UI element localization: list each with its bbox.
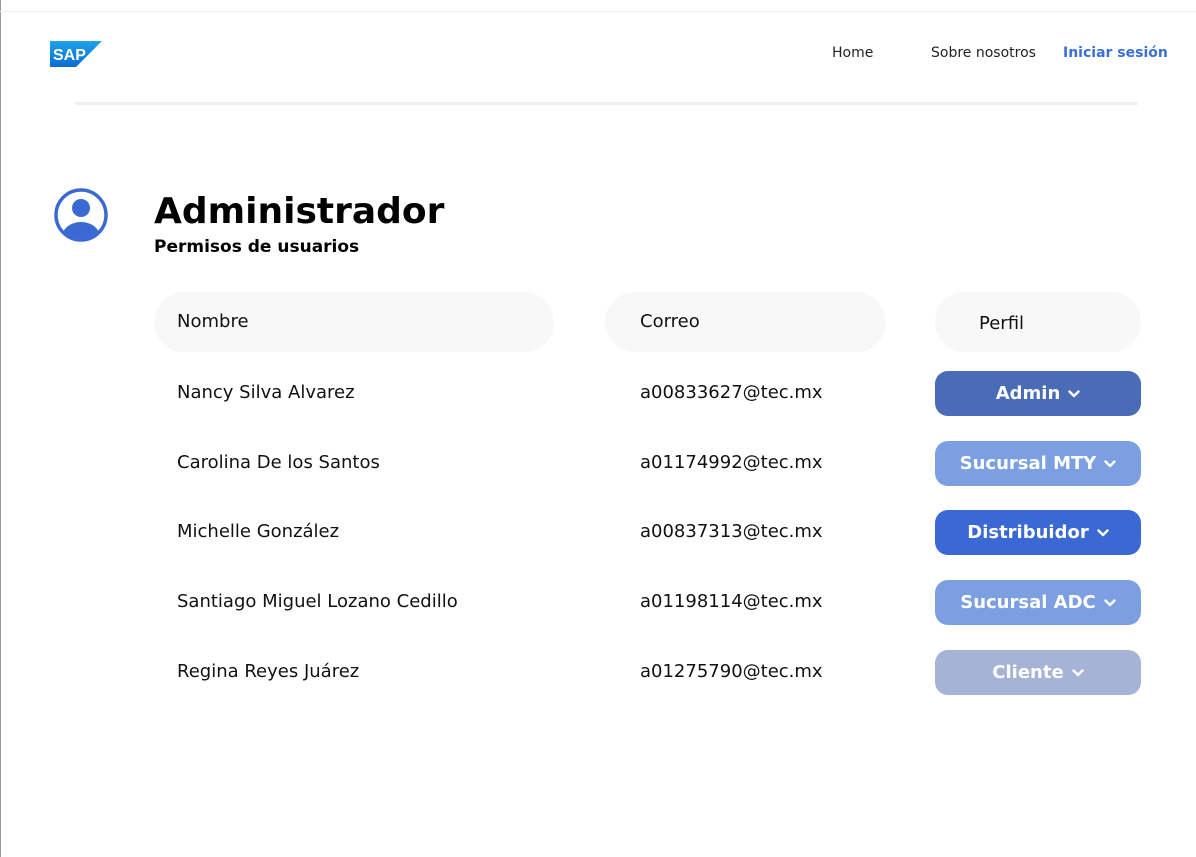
role-dropdown[interactable]: Distribuidor — [935, 510, 1141, 555]
nav-login-link[interactable]: Iniciar sesión — [1063, 45, 1168, 61]
user-name: Santiago Miguel Lozano Cedillo — [177, 591, 458, 612]
user-email: a01174992@tec.mx — [640, 452, 823, 473]
user-email: a00837313@tec.mx — [640, 521, 823, 542]
chevron-down-icon — [1071, 668, 1084, 676]
table-row: Santiago Miguel Lozano Cedillo a01198114… — [0, 580, 1196, 625]
role-dropdown-label: Cliente — [992, 662, 1064, 683]
header-divider — [75, 102, 1138, 105]
role-dropdown[interactable]: Admin — [935, 371, 1141, 416]
role-dropdown[interactable]: Sucursal MTY — [935, 441, 1141, 486]
user-name: Michelle González — [177, 521, 340, 542]
role-dropdown-label: Distribuidor — [967, 522, 1089, 543]
sap-logo[interactable]: SAP — [50, 41, 102, 67]
user-name: Nancy Silva Alvarez — [177, 382, 355, 403]
table-row: Michelle González a00837313@tec.mx Distr… — [0, 510, 1196, 555]
table-row: Regina Reyes Juárez a01275790@tec.mx Cli… — [0, 650, 1196, 695]
nav-home-link[interactable]: Home — [832, 45, 873, 61]
user-email: a00833627@tec.mx — [640, 382, 823, 403]
sap-logo-text: SAP — [53, 47, 86, 64]
page-subtitle: Permisos de usuarios — [154, 237, 360, 257]
role-dropdown-label: Sucursal MTY — [959, 453, 1097, 474]
page-title: Administrador — [154, 191, 445, 232]
table-row: Nancy Silva Alvarez a00833627@tec.mx Adm… — [0, 371, 1196, 416]
user-email: a01198114@tec.mx — [640, 591, 823, 612]
role-dropdown[interactable]: Sucursal ADC — [935, 580, 1141, 625]
chevron-down-icon — [1104, 598, 1116, 606]
role-dropdown[interactable]: Cliente — [935, 650, 1141, 695]
column-header-correo: Correo — [605, 292, 886, 352]
user-name: Carolina De los Santos — [177, 452, 380, 473]
window-left-border — [0, 0, 1, 857]
role-dropdown-label: Sucursal ADC — [960, 592, 1096, 613]
chevron-down-icon — [1104, 459, 1117, 467]
nav-about-link[interactable]: Sobre nosotros — [931, 45, 1036, 61]
chevron-down-icon — [1068, 389, 1080, 397]
window-top-border — [0, 11, 1196, 12]
column-header-nombre: Nombre — [154, 292, 554, 352]
user-circle-icon — [54, 188, 108, 242]
role-dropdown-label: Admin — [995, 383, 1061, 404]
table-row: Carolina De los Santos a01174992@tec.mx … — [0, 441, 1196, 486]
chevron-down-icon — [1097, 528, 1109, 536]
column-header-perfil: Perfil — [935, 292, 1141, 352]
user-name: Regina Reyes Juárez — [177, 661, 360, 682]
user-email: a01275790@tec.mx — [640, 661, 823, 682]
